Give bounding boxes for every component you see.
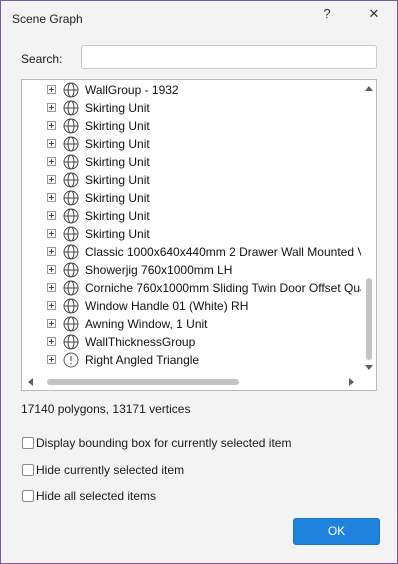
expand-plus-icon[interactable]	[47, 337, 56, 346]
tree-item-label: Skirting Unit	[85, 155, 150, 169]
expand-plus-icon[interactable]	[47, 319, 56, 328]
window-title: Scene Graph	[12, 12, 83, 26]
expand-plus-icon[interactable]	[47, 85, 56, 94]
help-button[interactable]: ?	[312, 4, 342, 24]
tree-item-label: Classic 1000x640x440mm 2 Drawer Wall Mou…	[85, 245, 372, 259]
tree-item-label: Skirting Unit	[85, 227, 150, 241]
globe-icon	[63, 244, 79, 260]
globe-icon	[63, 82, 79, 98]
globe-icon	[63, 100, 79, 116]
scene-tree[interactable]: WallGroup - 1932 Skirting Unit Skirting Un…	[21, 79, 377, 391]
tree-item-label: Window Handle 01 (White) RH	[85, 299, 249, 313]
close-button[interactable]: ✕	[359, 4, 389, 24]
tree-item-label: Skirting Unit	[85, 191, 150, 205]
tree-item-label: Skirting Unit	[85, 209, 150, 223]
tree-item-label: Skirting Unit	[85, 119, 150, 133]
search-input[interactable]	[81, 45, 377, 69]
globe-icon	[63, 154, 79, 170]
expand-plus-icon[interactable]	[47, 211, 56, 220]
tree-item-label: Showerjig 760x1000mm LH	[85, 263, 233, 277]
tree-item-label: Skirting Unit	[85, 137, 150, 151]
vertical-scroll-thumb[interactable]	[366, 278, 372, 360]
tree-item-label: Skirting Unit	[85, 173, 150, 187]
polygon-stats: 17140 polygons, 13171 vertices	[21, 402, 191, 416]
tree-item-label: Right Angled Triangle	[85, 353, 200, 367]
globe-icon	[63, 136, 79, 152]
expand-plus-icon[interactable]	[47, 121, 56, 130]
display-bounding-box-checkbox[interactable]	[22, 437, 34, 449]
expand-plus-icon[interactable]	[47, 283, 56, 292]
tree-item-label: WallGroup - 1932	[85, 83, 179, 97]
horizontal-scroll-thumb[interactable]	[47, 379, 239, 385]
info-circle-icon	[63, 352, 79, 368]
hide-all-selected-label: Hide all selected items	[36, 489, 157, 503]
expand-plus-icon[interactable]	[47, 265, 56, 274]
expand-plus-icon[interactable]	[47, 175, 56, 184]
scroll-down-icon[interactable]	[364, 362, 374, 372]
scroll-left-icon[interactable]	[26, 377, 36, 387]
globe-icon	[63, 298, 79, 314]
display-bounding-box-label: Display bounding box for currently selec…	[36, 436, 292, 450]
globe-icon	[63, 208, 79, 224]
tree-item-label: Skirting Unit	[85, 101, 150, 115]
horizontal-scrollbar[interactable]	[22, 374, 361, 390]
ok-button[interactable]: OK	[293, 518, 380, 545]
expand-plus-icon[interactable]	[47, 301, 56, 310]
expand-plus-icon[interactable]	[47, 103, 56, 112]
tree-item-label: WallThicknessGroup	[85, 335, 196, 349]
scroll-up-icon[interactable]	[364, 84, 374, 94]
search-label: Search:	[21, 52, 63, 66]
hide-selected-item-checkbox[interactable]	[22, 464, 34, 476]
vertical-scrollbar[interactable]	[361, 80, 376, 374]
expand-plus-icon[interactable]	[47, 139, 56, 148]
globe-icon	[63, 280, 79, 296]
globe-icon	[63, 226, 79, 242]
expand-plus-icon[interactable]	[47, 355, 56, 364]
globe-icon	[63, 118, 79, 134]
tree-item-label: Awning Window, 1 Unit	[85, 317, 208, 331]
globe-icon	[63, 190, 79, 206]
expand-plus-icon[interactable]	[47, 157, 56, 166]
scroll-right-icon[interactable]	[346, 377, 356, 387]
expand-plus-icon[interactable]	[47, 193, 56, 202]
globe-icon	[63, 316, 79, 332]
expand-plus-icon[interactable]	[47, 247, 56, 256]
globe-icon	[63, 172, 79, 188]
tree-item-label: Corniche 760x1000mm Sliding Twin Door Of…	[85, 281, 367, 295]
title-bar: Scene Graph ? ✕	[1, 1, 397, 35]
scene-graph-dialog: Scene Graph ? ✕ Search: WallGroup - 1932…	[0, 0, 398, 564]
hide-all-selected-checkbox[interactable]	[22, 490, 34, 502]
globe-icon	[63, 334, 79, 350]
expand-plus-icon[interactable]	[47, 229, 56, 238]
hide-selected-item-label: Hide currently selected item	[36, 463, 185, 477]
globe-icon	[63, 262, 79, 278]
